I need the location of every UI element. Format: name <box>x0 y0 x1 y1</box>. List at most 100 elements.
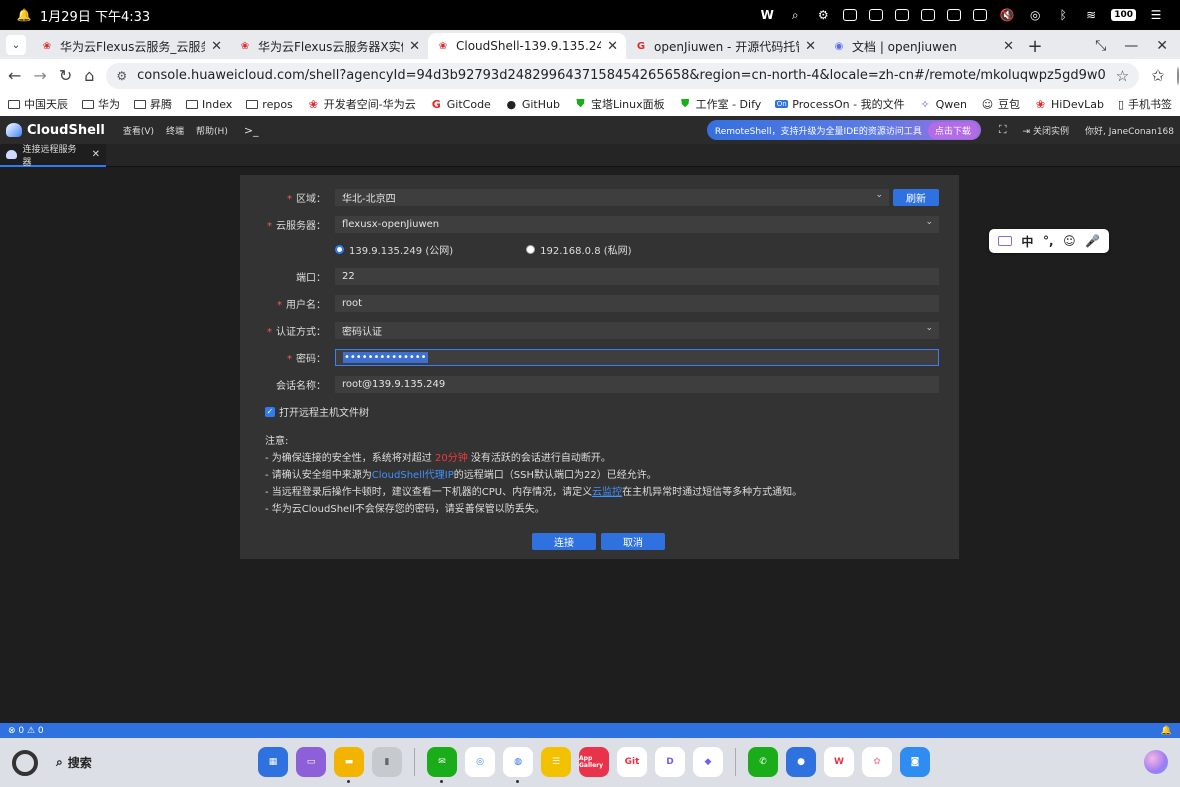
menu-view[interactable]: 查看(V) <box>123 124 154 137</box>
profile-avatar[interactable] <box>1176 66 1179 85</box>
reload-icon[interactable]: ↻ <box>59 65 72 87</box>
session-tab-remote[interactable]: 连接远程服务器 ✕ <box>0 144 106 168</box>
apps-grid-icon[interactable]: ▦ <box>258 747 288 777</box>
username-input[interactable]: root <box>335 295 939 312</box>
port-input[interactable]: 22 <box>335 268 939 285</box>
connect-button[interactable]: 连接 <box>532 533 596 550</box>
app-gallery-icon[interactable]: App Gallery <box>579 747 609 777</box>
gitcode-app-icon[interactable]: Git <box>617 747 647 777</box>
bookmark-link[interactable]: ✧ Qwen <box>919 98 968 111</box>
fullscreen-icon[interactable]: ⛶ <box>999 123 1007 137</box>
bookmark-link[interactable]: ❀ 开发者空间-华为云 <box>307 96 416 112</box>
notes-app-icon[interactable]: ☰ <box>541 747 571 777</box>
bookmark-folder[interactable]: repos <box>246 98 293 111</box>
password-input[interactable]: •••••••••••••• <box>335 349 939 366</box>
exit-icon: ⇥ <box>1022 126 1033 137</box>
bookmark-link[interactable]: ⛊ 工作室 - Dify <box>679 96 761 112</box>
files-icon[interactable]: ▬ <box>334 747 364 783</box>
notification-bell-icon[interactable]: 🔔 <box>1161 726 1172 736</box>
emoji-icon[interactable]: ☺ <box>1063 234 1076 248</box>
minimize-window-icon[interactable]: — <box>1124 38 1138 54</box>
browser-tab[interactable]: G openJiuwen - 开源代码托管,代 ✕ <box>626 33 824 59</box>
close-session-icon[interactable]: ✕ <box>92 149 100 160</box>
messages-icon[interactable]: ● <box>786 747 816 777</box>
multitask-icon[interactable]: ▭ <box>296 747 326 777</box>
close-tab-icon[interactable]: ✕ <box>211 39 222 54</box>
bookmark-link[interactable]: ⛊ 宝塔Linux面板 <box>574 96 664 112</box>
search-app-icon[interactable]: ◎ <box>465 747 495 777</box>
menu-terminal[interactable]: 终端 <box>166 124 184 137</box>
back-arrow-icon[interactable]: ← <box>8 65 21 87</box>
bookmark-link[interactable]: ● GitHub <box>505 98 560 111</box>
microphone-icon[interactable]: 🎤 <box>1085 234 1100 248</box>
dock-app-list: ▦ ▭ ▬ ▮ ✉ ◎ ◍ ☰ App Gallery Git D ◆ ✆ ● … <box>258 747 930 783</box>
close-instance-button[interactable]: ⇥ 关闭实例 <box>1023 124 1069 137</box>
forward-arrow-icon[interactable]: → <box>33 65 46 87</box>
wechat-icon[interactable]: ✉ <box>427 747 457 783</box>
bookmark-link[interactable]: G GitCode <box>430 98 491 111</box>
keyboard-icon[interactable] <box>997 236 1012 246</box>
menu-help[interactable]: 帮助(H) <box>196 124 228 137</box>
bookmark-folder[interactable]: 中国天辰 <box>8 96 68 112</box>
tab-list-chevron-icon[interactable]: ⌄ <box>6 35 26 55</box>
browser-tab[interactable]: ◉ 文档 | openJiuwen ✕ <box>824 33 1022 59</box>
remote-desktop-icon[interactable]: ◙ <box>900 747 930 777</box>
open-file-tree-checkbox[interactable]: ✓ 打开远程主机文件树 <box>265 404 369 419</box>
cancel-button[interactable]: 取消 <box>601 533 665 550</box>
cloud-monitor-link[interactable]: 云监控 <box>592 487 622 498</box>
bookmark-link[interactable]: ☺ 豆包 <box>981 96 1020 112</box>
close-tab-icon[interactable]: ✕ <box>607 39 618 54</box>
site-info-icon[interactable]: ⚙ <box>116 69 127 83</box>
bookmark-folder[interactable]: 昇腾 <box>134 96 172 112</box>
home-button[interactable] <box>12 749 38 776</box>
trash-icon[interactable]: ▮ <box>372 747 402 777</box>
browser-tab-active[interactable]: ❀ CloudShell-139.9.135.249 ✕ <box>428 33 626 59</box>
bookmark-folder[interactable]: Index <box>186 98 232 111</box>
bookmark-link[interactable]: ❀ HiDevLab <box>1034 98 1104 111</box>
url-text[interactable]: console.huaweicloud.com/shell?agencyId=9… <box>137 68 1106 83</box>
browser-tab[interactable]: ❀ 华为云Flexus云服务_云服务器_F ✕ <box>32 33 230 59</box>
remoteshell-banner[interactable]: RemoteShell，支持升级为全量IDE的资源访问工具 点击下载 <box>706 120 981 140</box>
terminal-icon[interactable]: >_ <box>244 124 259 137</box>
home-icon[interactable]: ⌂ <box>84 65 94 87</box>
dock-search[interactable]: ⌕ 搜索 <box>56 754 92 771</box>
gallery-icon[interactable]: ✿ <box>862 747 892 777</box>
address-bar[interactable]: ⚙ console.huaweicloud.com/shell?agencyId… <box>106 62 1140 89</box>
download-button[interactable]: 点击下载 <box>927 121 978 139</box>
close-tab-icon[interactable]: ✕ <box>1003 39 1014 54</box>
proxy-ip-link[interactable]: CloudShell代理IP <box>372 470 454 481</box>
problems-indicator[interactable]: ⊗ 0 ⚠ 0 <box>8 726 44 736</box>
wps-app-icon[interactable]: W <box>824 747 854 777</box>
ime-language-toggle[interactable]: 中 <box>1021 233 1033 250</box>
dock-separator <box>414 748 415 776</box>
favorites-icon[interactable]: ✩ <box>1151 65 1164 87</box>
bookmark-link[interactable]: On ProcessOn - 我的文件 <box>775 96 905 112</box>
connect-remote-dialog: * 区域： 华北-北京四 ⌄ 刷新 * 云服务器： flexusx-openJiuw… <box>240 175 959 559</box>
auth-method-select[interactable]: 密码认证 ⌄ <box>335 322 939 339</box>
radio-private-ip[interactable]: 192.168.0.8 (私网) <box>526 242 632 257</box>
close-tab-icon[interactable]: ✕ <box>409 39 420 54</box>
radio-public-ip[interactable]: 139.9.135.249 (公网) <box>335 242 453 257</box>
browser-icon[interactable]: ◍ <box>503 747 533 783</box>
close-tab-icon[interactable]: ✕ <box>805 39 816 54</box>
new-tab-plus-icon[interactable]: + <box>1022 33 1048 59</box>
bookmark-folder[interactable]: 华为 <box>82 96 120 112</box>
close-window-icon[interactable]: ✕ <box>1156 38 1168 54</box>
bookmark-star-icon[interactable]: ☆ <box>1116 67 1129 85</box>
refresh-button[interactable]: 刷新 <box>893 189 939 206</box>
control-center-icon[interactable]: ☰ <box>1148 7 1164 23</box>
ime-punct-toggle[interactable]: °, <box>1043 234 1054 248</box>
d-app-icon[interactable]: D <box>655 747 685 777</box>
server-select[interactable]: flexusx-openJiuwen ⌄ <box>335 216 939 233</box>
restore-window-icon[interactable]: ⤡ <box>1095 38 1106 54</box>
note-line: - 当远程登录后操作卡顿时，建议查看一下机器的CPU、内存情况，请定义云监控在主… <box>265 487 803 498</box>
region-select[interactable]: 华北-北京四 ⌄ <box>335 189 889 206</box>
user-greeting[interactable]: 你好, JaneConan168 <box>1085 124 1174 137</box>
session-name-input[interactable]: root@139.9.135.249 <box>335 376 939 393</box>
taskbar-dock: ⌕ 搜索 ▦ ▭ ▬ ▮ ✉ ◎ ◍ ☰ App Gallery Git D ◆… <box>0 738 1180 787</box>
mobile-bookmarks[interactable]: ▯ 手机书签 <box>1118 96 1172 112</box>
browser-tab[interactable]: ❀ 华为云Flexus云服务器X实例 - ✕ <box>230 33 428 59</box>
code-editor-icon[interactable]: ◆ <box>693 747 723 777</box>
phone-icon[interactable]: ✆ <box>748 747 778 777</box>
ai-assistant-icon[interactable] <box>1144 750 1168 774</box>
